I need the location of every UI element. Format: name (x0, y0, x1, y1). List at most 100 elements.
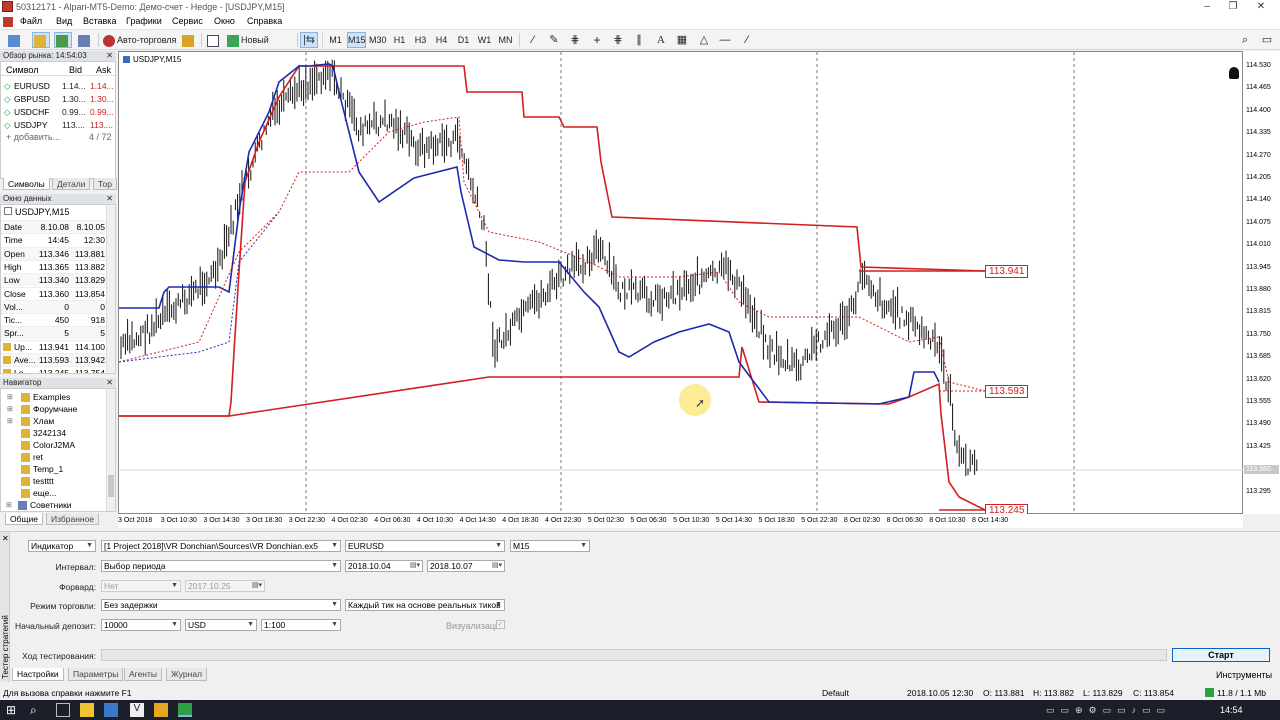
parallel-lines-icon[interactable]: ∥ (630, 32, 648, 48)
windows-start-icon[interactable]: ⊞ (6, 703, 20, 717)
price-axis[interactable]: 114.530 114.465 114.400 114.335 114.270 114.2… (1243, 51, 1280, 514)
market-watch-row[interactable]: ◇ USDJPY 113.... 113.... (4, 119, 113, 132)
new-order-button[interactable]: Новый ордер (226, 32, 296, 59)
metatrader-taskbar-icon[interactable] (178, 703, 192, 717)
timeframe-select[interactable]: M15 ▼ (510, 540, 590, 552)
mw-symbol: EURUSD (14, 81, 50, 91)
timeframe-m1-button[interactable]: M1 (326, 32, 345, 48)
minimize-icon[interactable]: – (1194, 0, 1220, 14)
chat-icon[interactable]: ▭ (1258, 32, 1276, 48)
shapes-icon[interactable]: △ (695, 32, 713, 48)
timeframe-h4-button[interactable]: H4 (432, 32, 451, 48)
pencil-icon[interactable]: ✎ (545, 32, 563, 48)
market-watch-icon[interactable] (54, 32, 72, 48)
trade-mode-select[interactable]: Без задержки ▼ (101, 599, 341, 611)
col-bid[interactable]: Bid (69, 65, 82, 75)
navigator-scrollbar[interactable] (106, 389, 115, 511)
metaeditor-icon[interactable] (205, 32, 223, 48)
crosshair-mode-icon[interactable]: |⇆ (300, 32, 318, 48)
tab-ticks[interactable]: Тор (93, 178, 117, 190)
menu-tools[interactable]: Сервис (172, 16, 203, 26)
leverage-select[interactable]: 1:100 ▼ (261, 619, 341, 631)
tick-mode-select[interactable]: Каждый тик на основе реальных тиков ▼ (345, 599, 505, 611)
menu-charts[interactable]: Графики (126, 16, 162, 26)
market-watch-row[interactable]: ◇ USDCHF 0.99... 0.99... (4, 106, 114, 119)
add-symbol-link[interactable]: + добавить... (6, 132, 60, 142)
explorer-icon[interactable] (80, 703, 94, 717)
forward-select[interactable]: Нет ▼ (101, 580, 181, 592)
forward-date-input[interactable]: 2017.10.25 ▤▾ (185, 580, 265, 592)
label-icon[interactable]: ▦ (673, 32, 691, 48)
search-icon[interactable]: ⌕ (30, 703, 44, 717)
close-icon[interactable]: ✕ (106, 51, 113, 61)
menu-app-icon[interactable] (3, 17, 13, 27)
tester-tabs: Настройки Параметры Агенты Журнал (12, 668, 412, 681)
tools-label[interactable]: Инструменты (1216, 670, 1272, 680)
tray-icons[interactable]: ▭▭⊕⚙▭▭♪▭▭ (1046, 705, 1171, 716)
app-icon-2[interactable] (104, 703, 118, 717)
timeframe-h1-button[interactable]: H1 (390, 32, 409, 48)
date-from-input[interactable]: 2018.10.04 ▤▾ (345, 560, 423, 572)
close-icon[interactable]: ✕ (106, 194, 113, 204)
visualize-checkbox[interactable]: ✓ (496, 620, 505, 629)
expand-icon[interactable]: ⊞ (7, 415, 13, 428)
market-watch-row[interactable]: ◇ EURUSD 1.14... 1.14... (4, 80, 114, 93)
trendline-icon[interactable]: ∕ (738, 32, 756, 48)
time-axis[interactable]: 3 Oct 2018 3 Oct 10:30 3 Oct 14:30 3 Oct 18… (118, 514, 1243, 528)
menu-help[interactable]: Справка (247, 16, 282, 26)
mode-select[interactable]: Индикатор ▼ (28, 540, 96, 552)
start-button[interactable]: Старт (1172, 648, 1270, 662)
close-icon[interactable]: ✕ (1248, 0, 1274, 14)
tab-details[interactable]: Детали (52, 178, 91, 190)
timeframe-w1-button[interactable]: W1 (475, 32, 494, 48)
col-ask[interactable]: Ask (96, 65, 111, 75)
close-icon[interactable]: ✕ (2, 534, 9, 543)
currency-select[interactable]: USD ▼ (185, 619, 257, 631)
channel-icon[interactable]: ⋕ (609, 32, 627, 48)
tab-symbols[interactable]: Символы (3, 178, 50, 190)
time-tick: 3 Oct 2018 (118, 517, 153, 524)
menu-insert[interactable]: Вставка (83, 16, 116, 26)
menu-file[interactable]: Файл (20, 16, 42, 26)
price-chart[interactable]: USDJPY,M15 113.941 113.593 113.245 ➚ (118, 51, 1244, 517)
program-select[interactable]: [1 Project 2018]\VR Donchian\Sources\VR … (101, 540, 341, 552)
timeframe-m30-button[interactable]: M30 (368, 32, 387, 48)
maximize-icon[interactable]: ❐ (1220, 0, 1246, 14)
app-icon-3[interactable]: V (130, 703, 144, 717)
market-watch-row[interactable]: ◇ GBPUSD 1.30... 1.30... (4, 93, 114, 106)
hline-icon[interactable]: — (716, 32, 734, 48)
timeframe-h3-button[interactable]: H3 (411, 32, 430, 48)
line-trend-icon[interactable]: ⁄ (524, 32, 542, 48)
data-window-scrollbar[interactable] (106, 205, 115, 373)
tab-favorites[interactable]: Избранное (46, 513, 100, 525)
strategy-icon[interactable] (180, 32, 198, 48)
interval-select[interactable]: Выбор периода ▼ (101, 560, 341, 572)
mw-bid: 1.30... (62, 94, 86, 104)
date-to-input[interactable]: 2018.10.07 ▤▾ (427, 560, 505, 572)
tab-common[interactable]: Общие (5, 513, 43, 525)
fibo-icon[interactable]: ⋕ (566, 32, 584, 48)
search-icon[interactable]: ⌕ (1236, 32, 1254, 48)
tab-settings[interactable]: Настройки (12, 668, 64, 681)
tab-parameters[interactable]: Параметры (68, 668, 124, 681)
text-icon[interactable]: A (652, 32, 670, 48)
trader-icon[interactable] (1229, 67, 1239, 79)
col-symbol[interactable]: Символ (6, 65, 38, 75)
task-view-icon[interactable] (56, 703, 70, 717)
expand-icon[interactable]: ⊞ (6, 499, 12, 511)
close-icon[interactable]: ✕ (106, 378, 113, 388)
profiles-icon[interactable] (32, 32, 50, 48)
timeframe-mn-button[interactable]: MN (496, 32, 515, 48)
tab-journal[interactable]: Журнал (166, 668, 208, 681)
crosshair-icon[interactable]: + (588, 32, 606, 48)
navigator-icon[interactable] (76, 32, 94, 48)
symbol-select[interactable]: EURUSD ▼ (345, 540, 505, 552)
deposit-select[interactable]: 10000 ▼ (101, 619, 181, 631)
timeframe-m15-button[interactable]: M15 (347, 32, 366, 48)
menu-view[interactable]: Вид (56, 16, 72, 26)
menu-window[interactable]: Окно (214, 16, 235, 26)
tab-agents[interactable]: Агенты (124, 668, 163, 681)
timeframe-d1-button[interactable]: D1 (454, 32, 473, 48)
app-icon-4[interactable] (154, 703, 168, 717)
new-chart-icon[interactable] (4, 32, 26, 48)
